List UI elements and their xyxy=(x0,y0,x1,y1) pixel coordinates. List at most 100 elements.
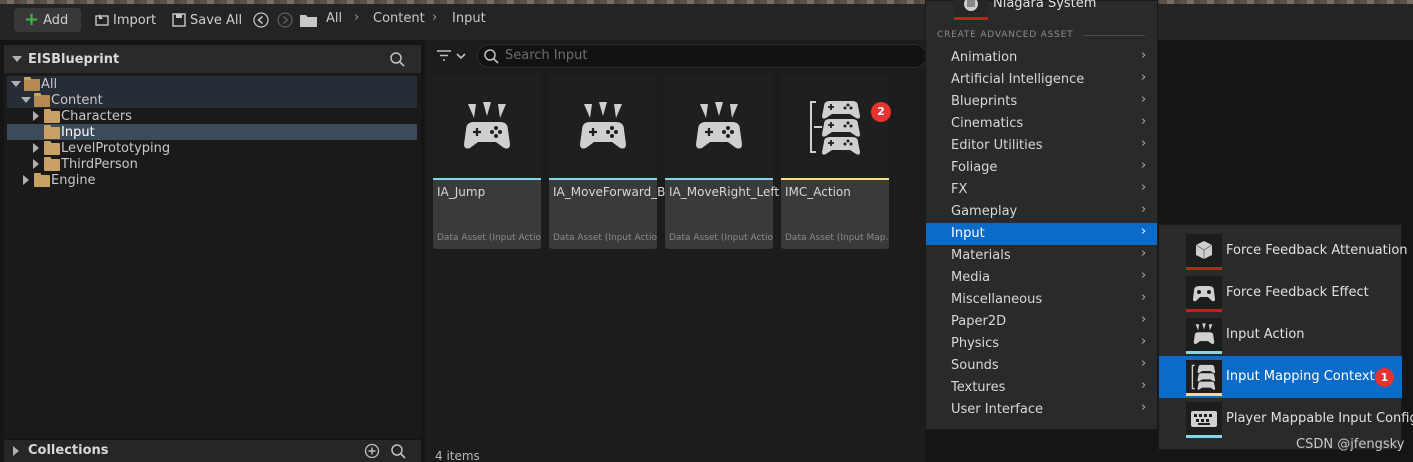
menu-item-label: Textures xyxy=(951,380,1006,395)
collections-title: Collections xyxy=(28,443,109,458)
search-input[interactable]: Search Input xyxy=(477,44,927,68)
collapse-arrow-icon[interactable] xyxy=(12,56,22,62)
menu-item-gameplay[interactable]: Gameplay › xyxy=(926,201,1157,223)
menu-item-user-interface[interactable]: User Interface › xyxy=(926,399,1157,421)
submenu-item-input-action[interactable]: Input Action xyxy=(1159,314,1402,356)
add-collection-icon[interactable] xyxy=(364,443,380,459)
menu-item-label: Physics xyxy=(951,336,1000,351)
menu-item-fx[interactable]: FX › xyxy=(926,179,1157,201)
menu-section-title: CREATE ADVANCED ASSET xyxy=(937,30,1074,40)
search-icon[interactable] xyxy=(390,52,405,67)
back-arrow-icon[interactable] xyxy=(253,12,269,28)
menu-item-label: Media xyxy=(951,270,991,285)
add-button[interactable]: + Add xyxy=(14,8,81,32)
collapsed-arrow-icon[interactable] xyxy=(23,175,29,185)
expand-arrow-icon[interactable] xyxy=(21,97,31,103)
menu-item-label: Editor Utilities xyxy=(951,138,1043,153)
menu-item-editor-utilities[interactable]: Editor Utilities › xyxy=(926,135,1157,157)
asset-type-bar xyxy=(1186,309,1222,312)
collapsed-arrow-icon[interactable] xyxy=(33,111,39,121)
asset-type-bar xyxy=(1186,393,1222,396)
asset-tile[interactable]: IA_MoveForward_Bacword Data Asset (Input… xyxy=(549,74,709,249)
asset-type: Data Asset (Input Map... xyxy=(785,233,889,243)
asset-tile[interactable]: IA_MoveRight_Left Data Asset (Input Acti… xyxy=(665,74,779,249)
asset-type: Data Asset (Input Action) xyxy=(437,233,541,243)
menu-item-cinematics[interactable]: Cinematics › xyxy=(926,113,1157,135)
menu-item-miscellaneous[interactable]: Miscellaneous › xyxy=(926,289,1157,311)
tree-item-thirdperson[interactable]: ThirdPerson xyxy=(7,156,417,172)
asset-type: Data Asset (Input Action) xyxy=(669,233,773,243)
menu-item-textures[interactable]: Textures › xyxy=(926,377,1157,399)
menu-item-media[interactable]: Media › xyxy=(926,267,1157,289)
forward-arrow-icon[interactable] xyxy=(277,12,293,28)
menu-item-label: Niagara System xyxy=(993,0,1097,11)
menu-item-niagara-system[interactable]: Niagara System xyxy=(926,0,1157,22)
asset-thumbnail xyxy=(1186,234,1222,270)
submenu-arrow-icon: › xyxy=(1141,246,1147,261)
folder-icon xyxy=(44,157,60,171)
save-all-button[interactable]: Save All xyxy=(172,9,242,31)
menu-item-label: Sounds xyxy=(951,358,999,373)
menu-item-label: Paper2D xyxy=(951,314,1007,329)
search-icon[interactable] xyxy=(391,444,406,459)
asset-tile[interactable]: IA_Jump Data Asset (Input Action) xyxy=(433,74,541,249)
collections-header[interactable]: Collections xyxy=(4,439,421,462)
asset-thumbnail xyxy=(433,74,541,179)
step-badge-1: 1 xyxy=(1375,368,1394,387)
menu-item-blueprints[interactable]: Blueprints › xyxy=(926,91,1157,113)
tree-item-content[interactable]: Content xyxy=(7,92,417,108)
menu-item-sounds[interactable]: Sounds › xyxy=(926,355,1157,377)
save-icon xyxy=(172,13,186,27)
tree-label-content: Content xyxy=(51,93,103,108)
tree-item-levelprototyping[interactable]: LevelPrototyping xyxy=(7,140,417,156)
breadcrumb-input[interactable]: Input xyxy=(452,11,486,26)
toolbar-texture xyxy=(0,0,1413,4)
items-count: 4 items xyxy=(435,449,480,462)
menu-item-label: FX xyxy=(951,182,968,197)
submenu-item-force-feedback-attenuation[interactable]: Force Feedback Attenuation xyxy=(1159,230,1408,272)
filter-icon[interactable] xyxy=(436,49,468,63)
menu-item-physics[interactable]: Physics › xyxy=(926,333,1157,355)
asset-thumbnail xyxy=(1186,402,1222,438)
submenu-item-force-feedback-effect[interactable]: Force Feedback Effect xyxy=(1159,272,1402,314)
menu-item-animation[interactable]: Animation › xyxy=(926,47,1157,69)
asset-type-bar xyxy=(549,178,657,180)
cube-icon xyxy=(1195,241,1213,259)
keyboard-icon xyxy=(1191,411,1217,427)
expand-arrow-icon[interactable] xyxy=(11,81,21,87)
import-button[interactable]: Import xyxy=(95,9,156,31)
submenu-item-player-mappable-input-config[interactable]: Player Mappable Input Config xyxy=(1159,398,1413,440)
submenu-arrow-icon: › xyxy=(1141,202,1147,217)
menu-item-foliage[interactable]: Foliage › xyxy=(926,157,1157,179)
breadcrumb-all[interactable]: All xyxy=(326,11,342,26)
submenu-item-input-mapping-context[interactable]: Input Mapping Context 1 xyxy=(1159,356,1402,398)
asset-thumbnail xyxy=(1186,360,1222,396)
asset-tile[interactable]: 2 IMC_Action Data Asset (Input Map... xyxy=(781,74,891,249)
breadcrumb-content[interactable]: Content xyxy=(373,11,425,26)
asset-type-bar xyxy=(1186,267,1222,270)
menu-item-input[interactable]: Input › xyxy=(926,223,1157,245)
watermark: CSDN @jfengsky xyxy=(1296,437,1405,452)
breadcrumb-separator-icon: › xyxy=(354,10,360,25)
tree-label-levelprototyping: LevelPrototyping xyxy=(61,141,171,156)
menu-item-label: Artificial Intelligence xyxy=(951,72,1085,87)
menu-item-materials[interactable]: Materials › xyxy=(926,245,1157,267)
collapsed-arrow-icon[interactable] xyxy=(13,446,19,456)
gamepad-icon xyxy=(696,102,742,149)
folder-open-icon xyxy=(24,77,40,91)
tree-label-thirdperson: ThirdPerson xyxy=(61,157,138,172)
collapsed-arrow-icon[interactable] xyxy=(33,143,39,153)
tree-item-all[interactable]: All xyxy=(7,76,417,92)
tree-item-characters[interactable]: Characters xyxy=(7,108,417,124)
submenu-arrow-icon: › xyxy=(1141,114,1147,129)
tree-label-engine: Engine xyxy=(51,173,96,188)
tree-item-input[interactable]: Input xyxy=(7,124,417,140)
submenu-arrow-icon: › xyxy=(1141,180,1147,195)
sources-header[interactable]: EISBlueprint xyxy=(4,45,421,73)
asset-type-bar xyxy=(1186,435,1222,438)
tree-label-all: All xyxy=(41,77,58,92)
collapsed-arrow-icon[interactable] xyxy=(33,159,39,169)
menu-item-paper2d[interactable]: Paper2D › xyxy=(926,311,1157,333)
menu-item-artificial-intelligence[interactable]: Artificial Intelligence › xyxy=(926,69,1157,91)
tree-item-engine[interactable]: Engine xyxy=(7,172,417,188)
